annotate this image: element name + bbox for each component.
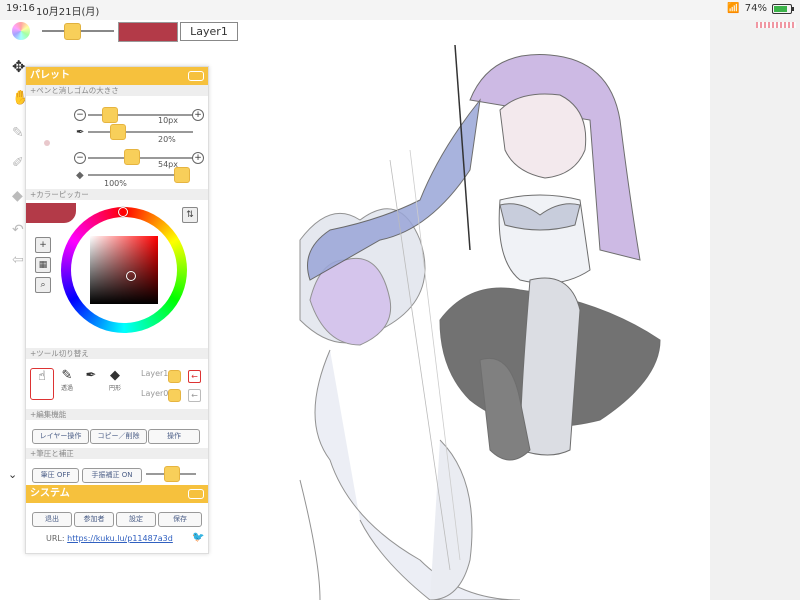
eraser-opacity-slider[interactable] <box>88 174 183 176</box>
pen-opacity-slider[interactable] <box>88 131 193 133</box>
status-bar: 19:16 10月21日(月) 📶 74% <box>0 0 800 20</box>
eraser-tool-icon: ◆ <box>110 368 120 383</box>
pen-size-plus-button[interactable]: + <box>192 109 204 121</box>
battery-percent: 74% <box>744 3 767 14</box>
eraser-tool-label: 円形 <box>108 385 121 392</box>
twitter-icon[interactable]: 🐦 <box>192 532 204 543</box>
eraser-opacity-knob[interactable] <box>174 167 190 183</box>
brush-icon[interactable]: ✐ <box>12 155 24 171</box>
pen-size-minus-button[interactable]: − <box>74 109 86 121</box>
layer-row-1-arrow-icon[interactable]: ← <box>188 370 201 383</box>
eraser-size-knob[interactable] <box>124 149 140 165</box>
dropper-tool-icon: ✒ <box>85 368 97 383</box>
grid-icon[interactable]: ▦ <box>35 257 51 273</box>
collapse-chevron-icon[interactable]: ⌄ <box>8 468 17 481</box>
layer-row-2-toggle[interactable] <box>168 389 181 402</box>
layer-row-1-toggle[interactable] <box>168 370 181 383</box>
correction-toggle-button[interactable]: 手振補正 ON <box>82 468 142 483</box>
color-wheel[interactable] <box>61 207 187 333</box>
dropper-tool-button[interactable]: ✒ <box>80 368 102 398</box>
hand-tool-button[interactable]: ☝ <box>30 368 54 400</box>
hue-marker[interactable] <box>118 207 128 217</box>
layer-row-1-label: Layer1 <box>141 369 169 378</box>
saturation-value-square[interactable] <box>90 236 158 304</box>
color-wheel-button[interactable] <box>12 22 30 40</box>
pen-size-knob[interactable] <box>102 107 118 123</box>
pressure-section-label: +筆圧と補正 <box>26 448 208 459</box>
room-url-link[interactable]: https://kuku.lu/p11487a3d <box>67 534 173 543</box>
layer-row-2-arrow-icon[interactable]: ← <box>188 389 201 402</box>
eraser-small-icon: ◆ <box>76 170 84 181</box>
eraser-tool-button[interactable]: ◆ 円形 <box>104 368 126 398</box>
color-picker-section-label: +カラーピッカー <box>26 189 208 200</box>
eraser-size-plus-button[interactable]: + <box>192 152 204 164</box>
system-title: システム <box>30 488 70 499</box>
tool-switch-section-label: +ツール切り替え <box>26 348 208 359</box>
current-layer-button[interactable]: Layer1 <box>180 22 238 41</box>
brush-preview-dot <box>44 140 50 146</box>
edit-section-label: +編集機能 <box>26 409 208 420</box>
pen-opacity-value: 20% <box>158 135 176 144</box>
pen-icon[interactable]: ✎ <box>12 125 24 141</box>
system-header[interactable]: システム <box>26 485 208 503</box>
pen-tool-icon: ✎ <box>61 368 73 383</box>
status-right: 📶 74% <box>727 3 794 14</box>
pen-size-value: 10px <box>158 116 178 125</box>
slider-knob[interactable] <box>64 23 81 40</box>
current-color-swatch[interactable] <box>118 22 178 42</box>
save-button[interactable]: 保存 <box>158 512 202 527</box>
correction-knob[interactable] <box>164 466 180 482</box>
pen-size-section-label: +ペンと消しゴムの大きさ <box>26 85 208 96</box>
layer-row-2-label: Layer0 <box>141 389 169 398</box>
participants-button[interactable]: 参加者 <box>74 512 114 527</box>
selected-color-preview <box>26 203 76 223</box>
url-label: URL: <box>46 534 65 543</box>
eraser-opacity-value: 100% <box>104 179 127 188</box>
pressure-toggle-button[interactable]: 筆圧 OFF <box>32 468 79 483</box>
battery-icon <box>772 3 794 14</box>
exit-button[interactable]: 退出 <box>32 512 72 527</box>
sv-marker[interactable] <box>126 271 136 281</box>
copy-delete-button[interactable]: コピー／削除 <box>90 429 147 444</box>
add-color-icon[interactable]: + <box>35 237 51 253</box>
eraser-size-minus-button[interactable]: − <box>74 152 86 164</box>
pen-small-icon: ✒ <box>76 127 85 138</box>
operation-button[interactable]: 操作 <box>148 429 200 444</box>
minimap[interactable] <box>756 22 796 28</box>
move-icon[interactable]: ✥ <box>12 57 25 76</box>
pen-tool-label: 透過 <box>60 385 73 392</box>
right-margin <box>710 20 800 600</box>
palette-title: パレット <box>30 70 70 81</box>
eraser-icon[interactable]: ◆ <box>12 188 23 204</box>
status-time: 19:16 <box>6 3 35 14</box>
settings-button[interactable]: 設定 <box>116 512 156 527</box>
url-row: URL: https://kuku.lu/p11487a3d <box>46 534 173 543</box>
wifi-icon: 📶 <box>727 3 740 14</box>
pen-opacity-knob[interactable] <box>110 124 126 140</box>
system-minimize-button[interactable] <box>188 489 204 499</box>
minimize-button[interactable] <box>188 71 204 81</box>
status-date: 10月21日(月) <box>36 7 100 18</box>
eraser-size-slider[interactable] <box>88 157 193 159</box>
pen-tool-button[interactable]: ✎ 透過 <box>56 368 78 398</box>
brush-size-slider[interactable] <box>42 23 114 40</box>
hand-tool-icon: ☝ <box>38 369 46 384</box>
back-icon[interactable]: ⇦ <box>12 252 24 268</box>
palette-panel: パレット +ペンと消しゴムの大きさ − + 10px ✒ 20% − + 54p… <box>25 66 209 554</box>
layer-ops-button[interactable]: レイヤー操作 <box>32 429 89 444</box>
undo-icon[interactable]: ↶ <box>12 222 24 238</box>
zoom-icon[interactable]: ⌕ <box>35 277 51 293</box>
palette-header[interactable]: パレット <box>26 67 208 85</box>
palette-swap-icon[interactable]: ⇅ <box>182 207 198 223</box>
